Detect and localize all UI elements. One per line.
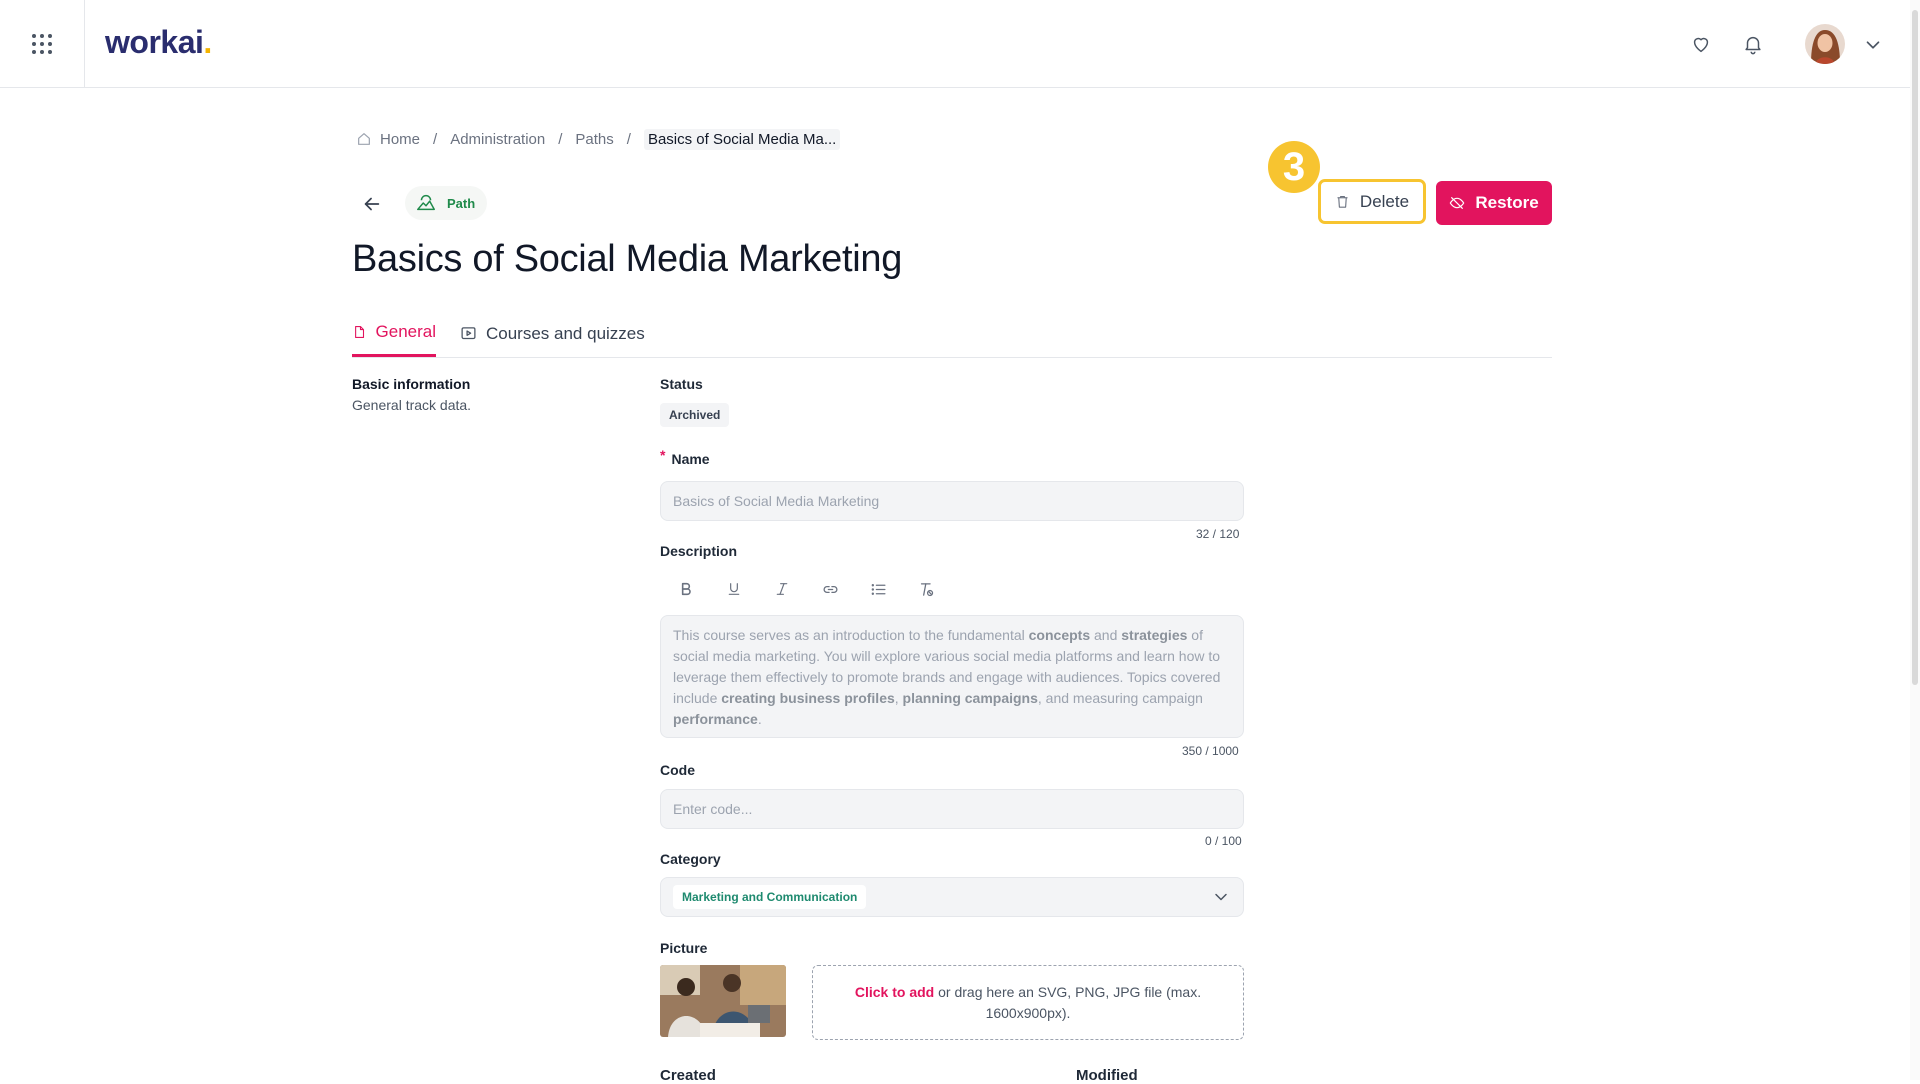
logo-text: workai <box>105 24 204 60</box>
desc-bold-text: strategies <box>1121 627 1188 643</box>
photo-icon <box>660 965 786 1037</box>
underline-icon <box>728 583 740 595</box>
breadcrumb-home[interactable]: Home <box>380 131 420 148</box>
clear-format-icon <box>920 582 933 596</box>
trash-icon <box>1337 195 1348 208</box>
bullet-list-icon <box>871 583 886 595</box>
page-title: Basics of Social Media Marketing <box>352 238 903 280</box>
avatar-photo-icon <box>1805 24 1845 64</box>
section-subtitle: General track data. <box>352 397 472 413</box>
chevron-down-icon[interactable] <box>1211 887 1231 907</box>
name-label: * Name <box>660 447 710 467</box>
delete-button-label: Delete <box>1359 191 1410 211</box>
created-label: Created <box>660 1067 716 1084</box>
link-button[interactable] <box>806 574 854 604</box>
logo-dot: . <box>203 24 212 60</box>
status-label: Status <box>660 376 703 392</box>
bell-icon <box>1745 36 1761 55</box>
picture-dropzone[interactable]: Click to add or drag here an SVG, PNG, J… <box>812 965 1244 1040</box>
user-avatar[interactable] <box>1805 24 1845 64</box>
picture-thumbnail[interactable] <box>660 965 786 1037</box>
bold-button[interactable] <box>662 574 710 604</box>
scrollbar-thumb[interactable] <box>1912 10 1918 685</box>
italic-button[interactable] <box>758 574 806 604</box>
breadcrumb-administration[interactable]: Administration <box>450 131 545 148</box>
tab-bar: General Courses and quizzes <box>352 310 1552 358</box>
desc-bold-text: creating business profiles <box>721 690 895 706</box>
description-toolbar <box>662 574 950 604</box>
chevron-down-icon[interactable] <box>1862 34 1884 56</box>
home-icon <box>358 133 370 145</box>
breadcrumb-separator: / <box>433 130 438 148</box>
notifications-button[interactable] <box>1739 30 1767 58</box>
name-input[interactable]: Basics of Social Media Marketing <box>660 481 1244 521</box>
document-icon <box>355 326 365 338</box>
picture-label: Picture <box>660 940 708 956</box>
breadcrumb-separator: / <box>558 130 563 148</box>
restore-button[interactable]: Restore <box>1436 181 1552 225</box>
eye-off-icon <box>1449 197 1465 209</box>
underline-button[interactable] <box>710 574 758 604</box>
tab-general[interactable]: General <box>352 310 436 357</box>
clear-formatting-button[interactable] <box>902 574 950 604</box>
breadcrumb-current: Basics of Social Media Ma... <box>643 128 841 150</box>
section-title: Basic information <box>352 376 471 392</box>
bold-icon <box>681 582 691 596</box>
name-char-counter: 32 / 120 <box>1196 527 1240 541</box>
step-number-badge: 3 <box>1268 141 1320 193</box>
desc-text: , and measuring campaign <box>1037 690 1203 706</box>
dropzone-text: or drag here an SVG, PNG, JPG file (max.… <box>934 983 1202 1021</box>
code-char-counter: 0 / 100 <box>1205 834 1242 848</box>
video-play-icon <box>461 327 476 340</box>
apps-grid-icon <box>32 33 52 54</box>
italic-icon <box>776 583 788 595</box>
desc-text: This course serves as an introduction to… <box>673 627 1029 643</box>
path-icon <box>417 195 435 211</box>
category-label: Category <box>660 851 721 867</box>
description-label: Description <box>660 543 738 559</box>
required-marker: * <box>660 447 666 463</box>
desc-text: . <box>757 711 762 727</box>
description-char-counter: 350 / 1000 <box>1182 744 1239 758</box>
code-input[interactable]: Enter code... <box>660 789 1244 829</box>
workai-logo[interactable]: workai. <box>105 24 212 61</box>
bullet-list-button[interactable] <box>854 574 902 604</box>
tab-courses-label: Courses and quizzes <box>486 323 645 343</box>
code-label: Code <box>660 762 695 778</box>
tab-courses-and-quizzes[interactable]: Courses and quizzes <box>460 310 645 357</box>
breadcrumb: Home / Administration / Paths / Basics o… <box>356 127 841 151</box>
dropzone-text-wrapper: Click to add or drag here an SVG, PNG, J… <box>833 982 1223 1024</box>
breadcrumb-paths[interactable]: Paths <box>575 131 613 148</box>
link-icon <box>823 585 837 593</box>
desc-bold-text: planning campaigns <box>902 690 1038 706</box>
favorites-button[interactable] <box>1687 30 1715 58</box>
tab-general-label: General <box>375 322 436 341</box>
category-chip[interactable]: Marketing and Communication <box>673 885 867 909</box>
desc-text: , <box>894 690 903 706</box>
desc-bold-text: performance <box>673 711 758 727</box>
dropzone-click-to-add[interactable]: Click to add <box>855 984 934 1000</box>
name-label-text: Name <box>671 451 710 467</box>
path-type-tag: Path <box>405 186 488 220</box>
top-bar: workai. <box>0 0 1910 88</box>
arrow-left-icon <box>364 197 380 211</box>
breadcrumb-separator: / <box>626 130 631 148</box>
apps-menu-button[interactable] <box>0 0 85 87</box>
desc-text: and <box>1090 627 1122 643</box>
status-badge: Archived <box>660 403 730 427</box>
heart-icon <box>1693 37 1709 53</box>
back-button[interactable] <box>358 190 386 218</box>
description-textarea[interactable]: This course serves as an introduction to… <box>660 615 1244 738</box>
delete-button[interactable]: Delete <box>1318 179 1426 224</box>
restore-button-label: Restore <box>1475 193 1539 212</box>
path-tag-label: Path <box>447 195 476 211</box>
desc-bold-text: concepts <box>1028 627 1091 643</box>
modified-label: Modified <box>1076 1067 1138 1084</box>
